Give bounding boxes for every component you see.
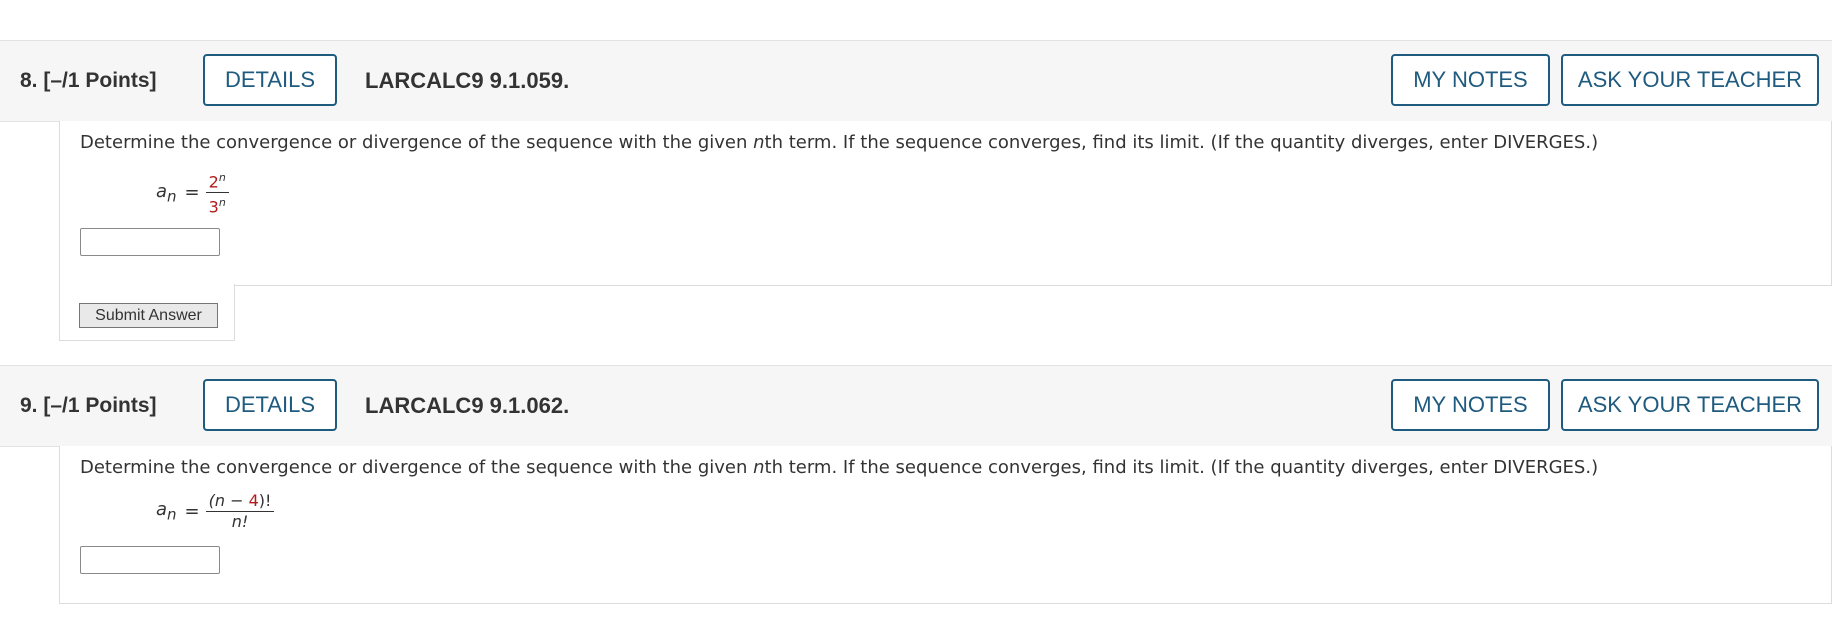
question-9-answer-input[interactable] [80,546,220,574]
fraction-numerator: 2n [205,168,229,194]
ask-your-teacher-button[interactable]: ASK YOUR TEACHER [1561,54,1819,106]
question-8-number-points: 8. [–/1 Points] [20,69,157,92]
details-button[interactable]: DETAILS [203,54,337,106]
my-notes-button[interactable]: MY NOTES [1391,379,1550,431]
fraction: 2n 3n [205,168,229,218]
question-9-reference: LARCALC9 9.1.062. [365,393,570,418]
equals-sign: = [184,182,200,204]
submit-answer-container: Submit Answer [59,284,235,341]
question-8-header: 8. [–/1 Points] DETAILS LARCALC9 9.1.059… [0,40,1832,122]
question-8-reference: LARCALC9 9.1.059. [365,68,570,93]
formula-lhs: an [156,180,177,206]
fraction-numerator: (n − 4)! [205,491,275,512]
fraction-denominator: 3n [208,196,226,217]
question-9-prompt: Determine the convergence or divergence … [80,457,1599,478]
question-8-formula: an = 2n 3n [156,168,229,218]
formula-lhs: an [156,499,177,524]
fraction: (n − 4)! n! [205,491,275,532]
question-8-answer-input[interactable] [80,228,220,256]
submit-answer-button[interactable]: Submit Answer [79,303,218,328]
fraction-denominator: n! [231,512,249,531]
question-9-formula: an = (n − 4)! n! [156,491,275,532]
my-notes-button[interactable]: MY NOTES [1391,54,1550,106]
ask-your-teacher-button[interactable]: ASK YOUR TEACHER [1561,379,1819,431]
equals-sign: = [184,501,200,522]
question-9-header: 9. [–/1 Points] DETAILS LARCALC9 9.1.062… [0,365,1832,447]
details-button[interactable]: DETAILS [203,379,337,431]
question-8-prompt: Determine the convergence or divergence … [80,132,1599,153]
question-9-number-points: 9. [–/1 Points] [20,394,157,417]
